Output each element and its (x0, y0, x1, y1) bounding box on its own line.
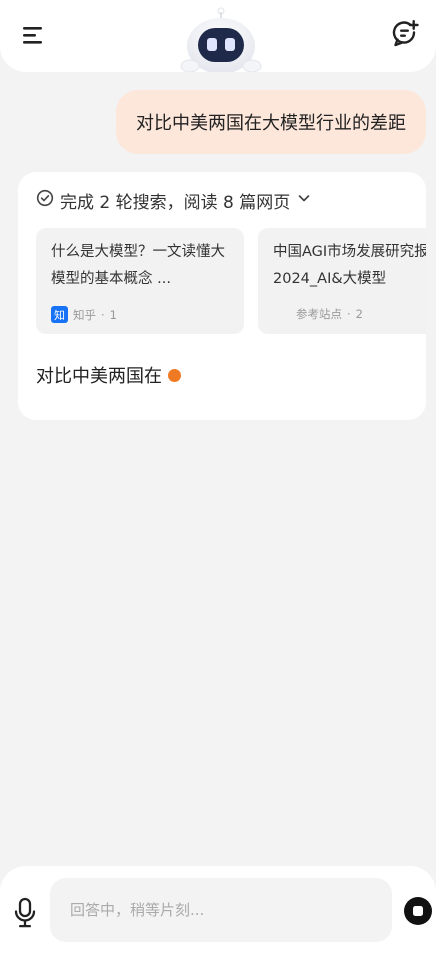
answer-card: 完成 2 轮搜索，阅读 8 篇网页 什么是大模型？一文读懂大模型的基本概念 ..… (18, 172, 426, 420)
hamburger-menu-icon[interactable] (20, 22, 50, 48)
message-input-box[interactable] (50, 878, 392, 942)
source-card[interactable]: 中国AGI市场发展研究报告 2024_AI&大模型 参考站点 · 2 (258, 228, 426, 334)
source-site: 知乎 (73, 307, 96, 322)
source-title: 什么是大模型？一文读懂大模型的基本概念 ... (51, 244, 225, 287)
source-card[interactable]: 什么是大模型？一文读懂大模型的基本概念 ... 知 知乎 · 1 (36, 228, 244, 334)
source-title: 中国AGI市场发展研究报告 2024_AI&大模型 (273, 244, 426, 287)
chevron-down-icon (296, 190, 312, 211)
search-summary-toggle[interactable]: 完成 2 轮搜索，阅读 8 篇网页 (36, 188, 312, 213)
answer-partial-text: 对比中美两国在 (36, 366, 162, 387)
new-chat-icon[interactable] (392, 18, 422, 48)
chat-page: 对比中美两国在大模型行业的差距 完成 2 轮搜索，阅读 8 篇网页 什么是大模型… (0, 0, 436, 960)
user-message-text: 对比中美两国在大模型行业的差距 (136, 113, 406, 134)
check-circle-icon (36, 189, 54, 212)
source-index: 1 (109, 307, 117, 322)
composer-bar (0, 866, 436, 960)
message-input[interactable] (68, 900, 392, 920)
source-meta: 知 知乎 · 1 (51, 306, 117, 323)
app-header (0, 0, 436, 74)
microphone-icon[interactable] (10, 896, 40, 930)
robot-mascot-icon (176, 6, 266, 74)
source-meta: 参考站点 · 2 (296, 306, 363, 322)
source-separator: · (347, 307, 351, 321)
source-site: 参考站点 (296, 307, 342, 321)
source-index: 2 (355, 307, 363, 321)
answer-text: 对比中美两国在 (36, 362, 181, 388)
typing-indicator-icon (168, 368, 181, 382)
stop-generation-icon[interactable] (403, 896, 433, 926)
zhihu-logo-icon: 知 (51, 306, 68, 323)
search-summary-text: 完成 2 轮搜索，阅读 8 篇网页 (60, 193, 291, 213)
user-message-bubble: 对比中美两国在大模型行业的差距 (116, 90, 426, 154)
source-separator: · (101, 307, 105, 322)
